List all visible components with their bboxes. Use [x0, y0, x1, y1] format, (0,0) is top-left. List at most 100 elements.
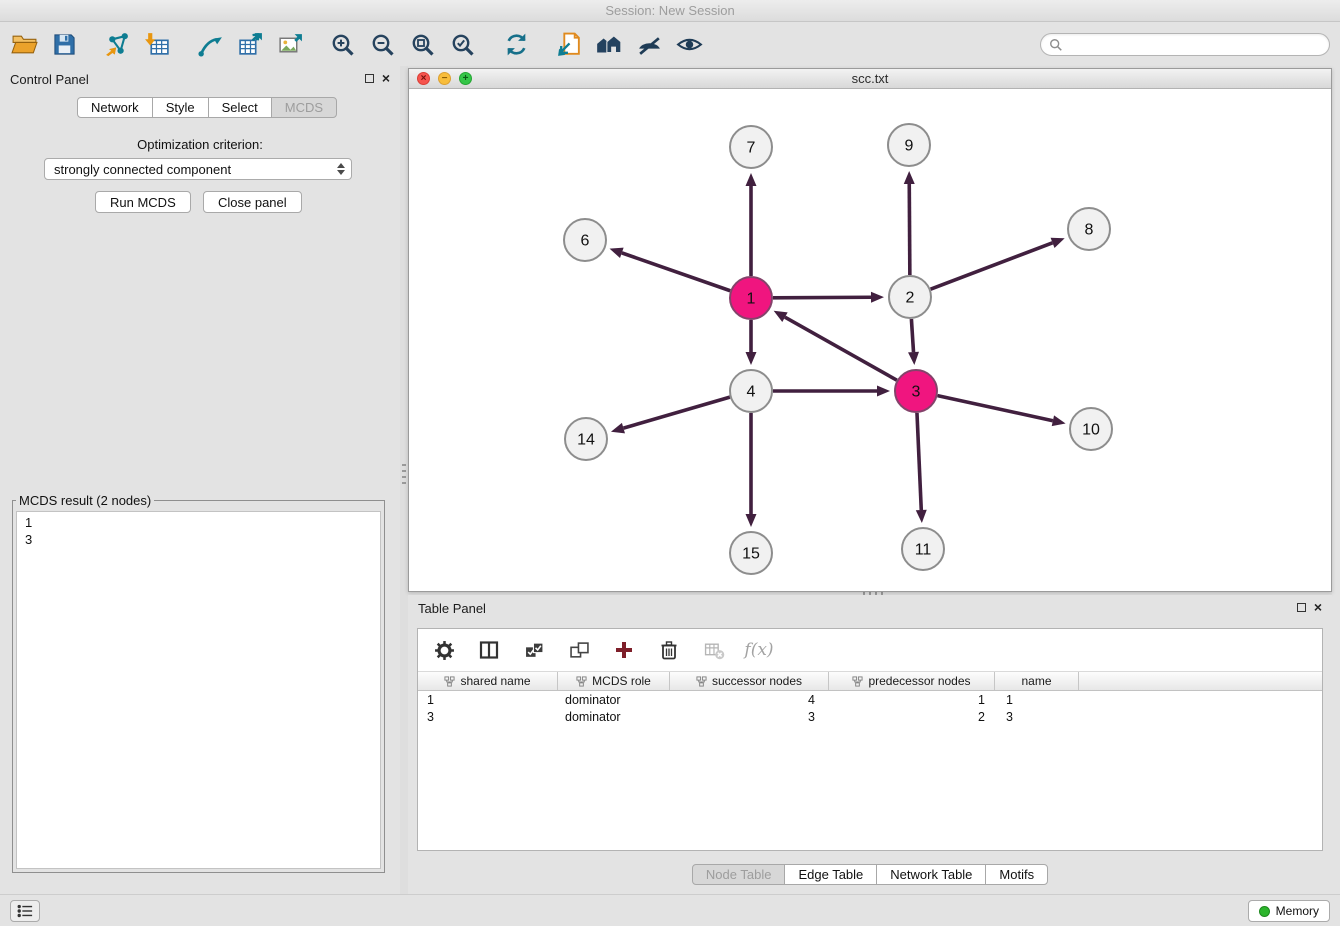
graph-edge-2-9[interactable]	[909, 184, 910, 275]
close-panel-button[interactable]: Close panel	[203, 191, 302, 213]
zoom-in-icon	[330, 32, 356, 58]
close-table-panel-icon[interactable]: ×	[1314, 601, 1322, 613]
network-window-titlebar[interactable]: × − + scc.txt	[409, 69, 1331, 89]
tab-network[interactable]: Network	[77, 97, 153, 118]
search-input[interactable]	[1063, 37, 1321, 53]
criterion-selected-value: strongly connected component	[54, 162, 337, 177]
window-close-button[interactable]: ×	[417, 72, 430, 85]
import-table-button[interactable]	[137, 27, 177, 63]
clone-network-icon	[556, 31, 583, 58]
graph-arrowhead	[904, 171, 915, 184]
table-cell[interactable]: dominator	[558, 691, 670, 708]
close-panel-icon[interactable]: ×	[382, 72, 390, 84]
memory-button[interactable]: Memory	[1248, 900, 1330, 922]
table-cell[interactable]: 1	[829, 691, 995, 708]
run-mcds-button[interactable]: Run MCDS	[95, 191, 191, 213]
save-session-button[interactable]	[44, 27, 84, 63]
table-cell[interactable]: 1	[418, 691, 558, 708]
add-column-button[interactable]	[612, 638, 636, 662]
column-header-shared-name[interactable]: shared name	[418, 672, 558, 690]
export-table-button[interactable]	[230, 27, 270, 63]
task-history-button[interactable]	[10, 900, 40, 922]
network-window-title: scc.txt	[852, 71, 889, 86]
table-row[interactable]: 1 dominator 4 1 1	[418, 691, 1322, 708]
tab-edge-table[interactable]: Edge Table	[784, 864, 877, 885]
destroy-table-button[interactable]	[702, 638, 726, 662]
save-session-icon	[52, 32, 77, 57]
column-header-predecessor-nodes[interactable]: predecessor nodes	[829, 672, 995, 690]
table-settings-button[interactable]	[432, 638, 456, 662]
criterion-select[interactable]: strongly connected component	[44, 158, 352, 180]
table-cell[interactable]: 3	[670, 708, 829, 725]
traffic-lights: × − +	[417, 72, 472, 85]
mcds-result-group: MCDS result (2 nodes) 1 3	[12, 493, 385, 873]
memory-status-icon	[1259, 906, 1270, 917]
column-label: name	[1021, 674, 1051, 688]
column-header-mcds-role[interactable]: MCDS role	[558, 672, 670, 690]
import-network-icon	[104, 31, 131, 58]
clone-network-button[interactable]	[549, 27, 589, 63]
node-table-container: f(x) shared name	[417, 628, 1323, 851]
select-arrows-icon	[337, 163, 347, 175]
select-all-button[interactable]	[522, 638, 546, 662]
delete-column-button[interactable]	[657, 638, 681, 662]
graph-edge-3-10[interactable]	[937, 396, 1052, 421]
deselect-all-button[interactable]	[567, 638, 591, 662]
birdseye-button[interactable]	[629, 27, 669, 63]
tab-motifs[interactable]: Motifs	[985, 864, 1048, 885]
graph-edge-2-8[interactable]	[931, 243, 1053, 289]
table-cell[interactable]: 2	[829, 708, 995, 725]
birdseye-icon	[636, 31, 663, 58]
graph-node-label-2: 2	[906, 290, 915, 307]
show-columns-button[interactable]	[477, 638, 501, 662]
graph-edge-1-2[interactable]	[773, 297, 871, 298]
tab-mcds[interactable]: MCDS	[271, 97, 337, 118]
table-cell[interactable]: 4	[670, 691, 829, 708]
table-cell[interactable]: 3	[418, 708, 558, 725]
float-table-panel-icon[interactable]	[1297, 603, 1306, 612]
graph-edge-3-1[interactable]	[785, 317, 897, 380]
tab-style[interactable]: Style	[152, 97, 209, 118]
table-row[interactable]: 3 dominator 3 2 3	[418, 708, 1322, 725]
refresh-button[interactable]	[496, 27, 536, 63]
table-cell[interactable]: 1	[995, 691, 1079, 708]
table-toolbar: f(x)	[418, 629, 1322, 671]
column-header-successor-nodes[interactable]: successor nodes	[670, 672, 829, 690]
column-header-name[interactable]: name	[995, 672, 1079, 690]
network-canvas[interactable]: 1234678910111415	[409, 89, 1331, 591]
zoom-fit-button[interactable]	[403, 27, 443, 63]
vertical-splitter[interactable]	[400, 66, 408, 894]
tab-network-table[interactable]: Network Table	[876, 864, 986, 885]
function-builder-button[interactable]: f(x)	[747, 638, 771, 662]
tab-node-table[interactable]: Node Table	[692, 864, 786, 885]
column-label: predecessor nodes	[868, 674, 970, 688]
zoom-fit-icon	[410, 32, 436, 58]
open-file-button[interactable]	[4, 27, 44, 63]
graph-edge-4-14[interactable]	[623, 397, 729, 428]
column-type-icon	[696, 676, 707, 687]
graph-edge-2-3[interactable]	[911, 319, 913, 352]
network-view-window: × − + scc.txt 1234678910111415	[408, 68, 1332, 592]
import-network-button[interactable]	[97, 27, 137, 63]
home-button[interactable]	[589, 27, 629, 63]
mcds-result-list[interactable]: 1 3	[16, 511, 381, 869]
export-image-button[interactable]	[270, 27, 310, 63]
new-network-button[interactable]	[190, 27, 230, 63]
window-minimize-button[interactable]: −	[438, 72, 451, 85]
graph-edge-1-6[interactable]	[622, 253, 730, 291]
search-field[interactable]	[1040, 33, 1330, 56]
refresh-icon	[503, 31, 530, 58]
float-panel-icon[interactable]	[365, 74, 374, 83]
table-panel: Table Panel ×	[408, 595, 1332, 894]
graph-arrowhead	[746, 173, 757, 186]
table-cell[interactable]: 3	[995, 708, 1079, 725]
graph-edge-3-11[interactable]	[917, 413, 921, 510]
zoom-selected-button[interactable]	[443, 27, 483, 63]
zoom-out-button[interactable]	[363, 27, 403, 63]
window-zoom-button[interactable]: +	[459, 72, 472, 85]
zoom-in-button[interactable]	[323, 27, 363, 63]
graph-node-label-6: 6	[581, 233, 590, 250]
tab-select[interactable]: Select	[208, 97, 272, 118]
table-cell[interactable]: dominator	[558, 708, 670, 725]
eye-button[interactable]	[669, 27, 709, 63]
